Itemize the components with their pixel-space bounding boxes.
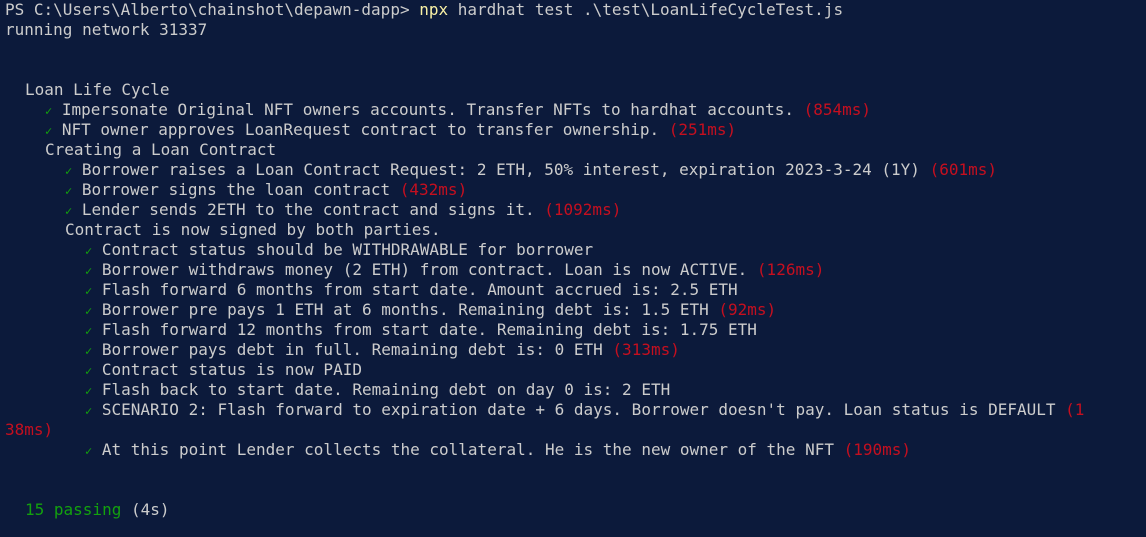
test-text: Borrower pays debt in full. Remaining de… [101, 340, 603, 359]
command-args: hardhat test .\test\LoanLifeCycleTest.js [448, 0, 844, 19]
test-line: ✓ At this point Lender collects the coll… [5, 440, 1146, 460]
test-text: Borrower pre pays 1 ETH at 6 months. Rem… [101, 300, 709, 319]
test-duration: (251ms) [668, 120, 737, 139]
passing-count: 15 passing [25, 500, 122, 519]
test-line: ✓ Contract status is now PAID [5, 360, 1146, 380]
test-text: SCENARIO 2: Flash forward to expiration … [101, 400, 1056, 419]
test-text: Borrower withdraws money (2 ETH) from co… [101, 260, 748, 279]
test-text: Contract status is now PAID [101, 360, 362, 379]
describe-title: Contract is now signed by both parties. [65, 220, 441, 239]
test-line: ✓ Borrower signs the loan contract (432m… [5, 180, 1146, 200]
check-icon: ✓ [85, 324, 93, 338]
command-prompt-line: PS C:\Users\Alberto\chainshot\depawn-dap… [5, 0, 1146, 20]
test-duration: (92ms) [718, 300, 777, 319]
test-line: ✓ Contract status should be WITHDRAWABLE… [5, 240, 1146, 260]
test-line: ✓ Flash forward 12 months from start dat… [5, 320, 1146, 340]
check-icon: ✓ [65, 204, 73, 218]
network-line: running network 31337 [5, 20, 208, 39]
summary-line: 15 passing (4s) [5, 500, 1146, 520]
test-text: Lender sends 2ETH to the contract and si… [81, 200, 535, 219]
test-text: Flash back to start date. Remaining debt… [101, 380, 671, 399]
test-text: Borrower signs the loan contract [81, 180, 391, 199]
terminal-output[interactable]: PS C:\Users\Alberto\chainshot\depawn-dap… [5, 0, 1146, 520]
check-icon: ✓ [85, 244, 93, 258]
test-text: Flash forward 12 months from start date.… [101, 320, 757, 339]
check-icon: ✓ [65, 184, 73, 198]
test-text: Contract status should be WITHDRAWABLE f… [101, 240, 594, 259]
check-icon: ✓ [85, 404, 93, 418]
describe-title: Creating a Loan Contract [45, 140, 277, 159]
test-duration: (126ms) [756, 260, 825, 279]
check-icon: ✓ [45, 124, 53, 138]
test-duration: (1 [1065, 400, 1085, 419]
total-duration: (4s) [130, 500, 170, 519]
test-line: ✓ Borrower raises a Loan Contract Reques… [5, 160, 1146, 180]
check-icon: ✓ [85, 444, 93, 458]
test-duration: (601ms) [929, 160, 998, 179]
test-line: ✓ Borrower withdraws money (2 ETH) from … [5, 260, 1146, 280]
wrapped-line: 38ms) [5, 420, 1146, 440]
test-line: ✓ Flash forward 6 months from start date… [5, 280, 1146, 300]
test-line: ✓ Impersonate Original NFT owners accoun… [5, 100, 1146, 120]
test-line: ✓ Lender sends 2ETH to the contract and … [5, 200, 1146, 220]
test-duration-wrap: 38ms) [5, 420, 54, 439]
test-text: Borrower raises a Loan Contract Request:… [81, 160, 920, 179]
check-icon: ✓ [85, 344, 93, 358]
prompt-path: PS C:\Users\Alberto\chainshot\depawn-dap… [5, 0, 420, 19]
test-line: ✓ Borrower pays debt in full. Remaining … [5, 340, 1146, 360]
check-icon: ✓ [45, 104, 53, 118]
test-line: ✓ NFT owner approves LoanRequest contrac… [5, 120, 1146, 140]
test-text: At this point Lender collects the collat… [101, 440, 834, 459]
check-icon: ✓ [85, 364, 93, 378]
test-line: ✓ Flash back to start date. Remaining de… [5, 380, 1146, 400]
check-icon: ✓ [65, 164, 73, 178]
check-icon: ✓ [85, 384, 93, 398]
test-line: ✓ SCENARIO 2: Flash forward to expiratio… [5, 400, 1146, 420]
test-duration: (1092ms) [544, 200, 622, 219]
test-line: ✓ Borrower pre pays 1 ETH at 6 months. R… [5, 300, 1146, 320]
test-text: Flash forward 6 months from start date. … [101, 280, 738, 299]
command-name: npx [419, 0, 449, 19]
check-icon: ✓ [85, 284, 93, 298]
test-text: Impersonate Original NFT owners accounts… [61, 100, 794, 119]
test-duration: (432ms) [399, 180, 468, 199]
test-duration: (313ms) [612, 340, 680, 359]
test-duration: (190ms) [843, 440, 912, 459]
suite-title: Loan Life Cycle [25, 80, 170, 99]
test-duration: (854ms) [803, 100, 872, 119]
check-icon: ✓ [85, 304, 93, 318]
test-text: NFT owner approves LoanRequest contract … [61, 120, 660, 139]
check-icon: ✓ [85, 264, 93, 278]
